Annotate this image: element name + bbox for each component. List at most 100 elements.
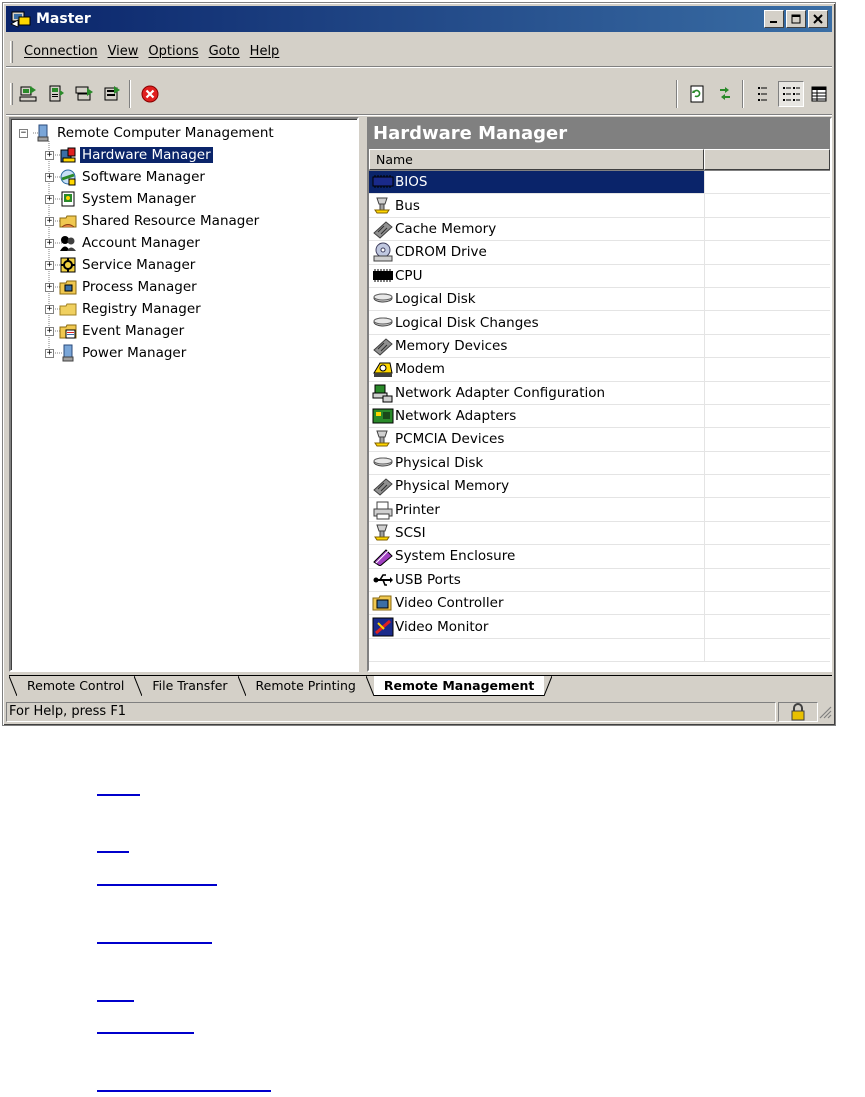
expand-icon[interactable]: + [45,282,54,292]
tree-item-system-manager[interactable]: + System Manager [45,189,198,209]
link-underline-2[interactable] [97,851,129,853]
link-underline-4[interactable] [97,942,212,944]
status-lock-panel [778,702,818,722]
tree-item-software-manager[interactable]: + Software Manager [45,167,207,187]
tree-item-process-manager[interactable]: + Process Manager [45,277,199,297]
connect-button[interactable] [15,81,41,107]
resize-grip-icon[interactable] [818,705,832,719]
list-row[interactable]: Physical Memory [369,475,830,499]
list-row[interactable]: Physical Disk [369,451,830,476]
toolbar-separator-right [676,79,678,108]
list-pane[interactable]: Hardware Manager Name BIOS Bus Cache Memor… [367,117,832,672]
sync-button[interactable] [712,81,738,107]
list-row-blank-cell [704,428,830,452]
menu-options[interactable]: Options [143,44,203,59]
list-row-blank-cell [704,241,830,265]
list-row[interactable]: Printer [369,498,830,522]
column-header-blank[interactable] [704,149,830,170]
view-details-button[interactable] [778,80,804,107]
list-row-blank-cell [704,592,830,616]
list-row[interactable]: Video Monitor [369,615,830,639]
expand-icon[interactable]: + [45,260,54,270]
tree-item-hardware-manager[interactable]: + Hardware Manager [45,145,213,165]
toolbar-grip[interactable] [10,82,13,105]
menu-connection[interactable]: Connection [19,44,103,59]
expand-icon[interactable]: + [45,172,54,182]
refresh-button[interactable] [684,81,710,107]
lock-icon [791,703,805,721]
tree-pane[interactable]: − Remote Computer Management + Hardware M… [9,117,359,672]
link-underline-7[interactable] [97,1090,271,1092]
menu-view[interactable]: View [103,44,144,59]
list-row-blank-cell [704,287,830,312]
list-row-blank-cell [704,568,830,593]
maximize-button[interactable] [786,10,806,28]
tab-remote-printing[interactable]: Remote Printing [246,676,366,696]
menu-goto[interactable]: Goto [204,44,245,59]
link-underline-3[interactable] [97,884,217,886]
list-row[interactable]: System Enclosure [369,545,830,569]
tab-remote-management[interactable]: Remote Management [373,676,545,696]
list-row[interactable]: Memory Devices [369,334,830,359]
tree-item-event-manager[interactable]: + Event Manager [45,321,186,341]
list-row[interactable]: PCMCIA Devices [369,428,830,452]
list-row[interactable]: Modem [369,358,830,382]
list-item-label: Video Controller [395,595,504,612]
expand-icon[interactable]: + [45,326,54,336]
expand-icon[interactable]: + [45,216,54,226]
tab-remote-control[interactable]: Remote Control [17,676,134,696]
minimize-button[interactable] [764,10,784,28]
tree-item-registry-manager[interactable]: + Registry Manager [45,299,203,319]
list-row[interactable]: USB Ports [369,568,830,593]
expand-icon[interactable]: + [45,194,54,204]
pane-splitter[interactable] [359,117,367,672]
tree-root[interactable]: − Remote Computer Management [19,123,276,143]
menu-grip[interactable] [10,40,13,63]
expand-icon[interactable]: + [45,150,54,160]
tree-item-label: Power Manager [82,345,187,361]
tab-separator [365,675,375,697]
close-button[interactable] [808,10,828,28]
link-underline-6[interactable] [97,1032,194,1034]
list-row[interactable]: CPU [369,264,830,288]
list-row[interactable]: SCSI [369,521,830,546]
menu-help[interactable]: Help [245,44,285,59]
column-header-name[interactable]: Name [369,149,704,170]
expand-icon[interactable]: + [45,304,54,314]
file-transfer-button[interactable] [71,81,97,107]
link-underline-5[interactable] [97,1000,134,1002]
list-row[interactable]: Bus [369,194,830,218]
list-row-blank-cell [704,475,830,499]
tree-item-account-manager[interactable]: + Account Manager [45,233,202,253]
list-row[interactable]: Network Adapters [369,404,830,429]
remote-control-button[interactable] [43,81,69,107]
title-bar[interactable]: Master [6,6,832,32]
list-row-blank-cell [704,381,830,405]
list-row[interactable]: BIOS [369,171,830,195]
link-underline-1[interactable] [97,794,140,796]
view-report-button[interactable] [806,81,832,107]
process-icon [59,278,77,296]
refresh-icon [690,85,704,102]
tree-item-service-manager[interactable]: + Service Manager [45,255,197,275]
list-item-label: USB Ports [395,571,461,588]
tree-item-shared-resource-manager[interactable]: + Shared Resource Manager [45,211,261,231]
tab-file-transfer[interactable]: File Transfer [142,676,237,696]
list-row[interactable]: Logical Disk [369,287,830,312]
list-row[interactable]: Video Controller [369,592,830,616]
expand-icon[interactable]: + [45,348,54,358]
expand-icon[interactable]: + [45,238,54,248]
tree-item-power-manager[interactable]: + Power Manager [45,343,188,363]
list-row[interactable]: Network Adapter Configuration [369,381,830,405]
list-row[interactable]: Logical Disk Changes [369,311,830,335]
remote-management-icon [104,85,120,100]
list-row[interactable]: Cache Memory [369,217,830,242]
disk-icon [372,313,394,333]
remote-control-icon [49,85,64,101]
list-row-blank-cell [704,171,830,195]
collapse-icon[interactable]: − [19,128,28,138]
remote-management-button[interactable] [99,81,125,107]
list-row[interactable]: CDROM Drive [369,241,830,265]
view-list-button[interactable] [750,81,776,107]
stop-button[interactable] [137,81,163,107]
